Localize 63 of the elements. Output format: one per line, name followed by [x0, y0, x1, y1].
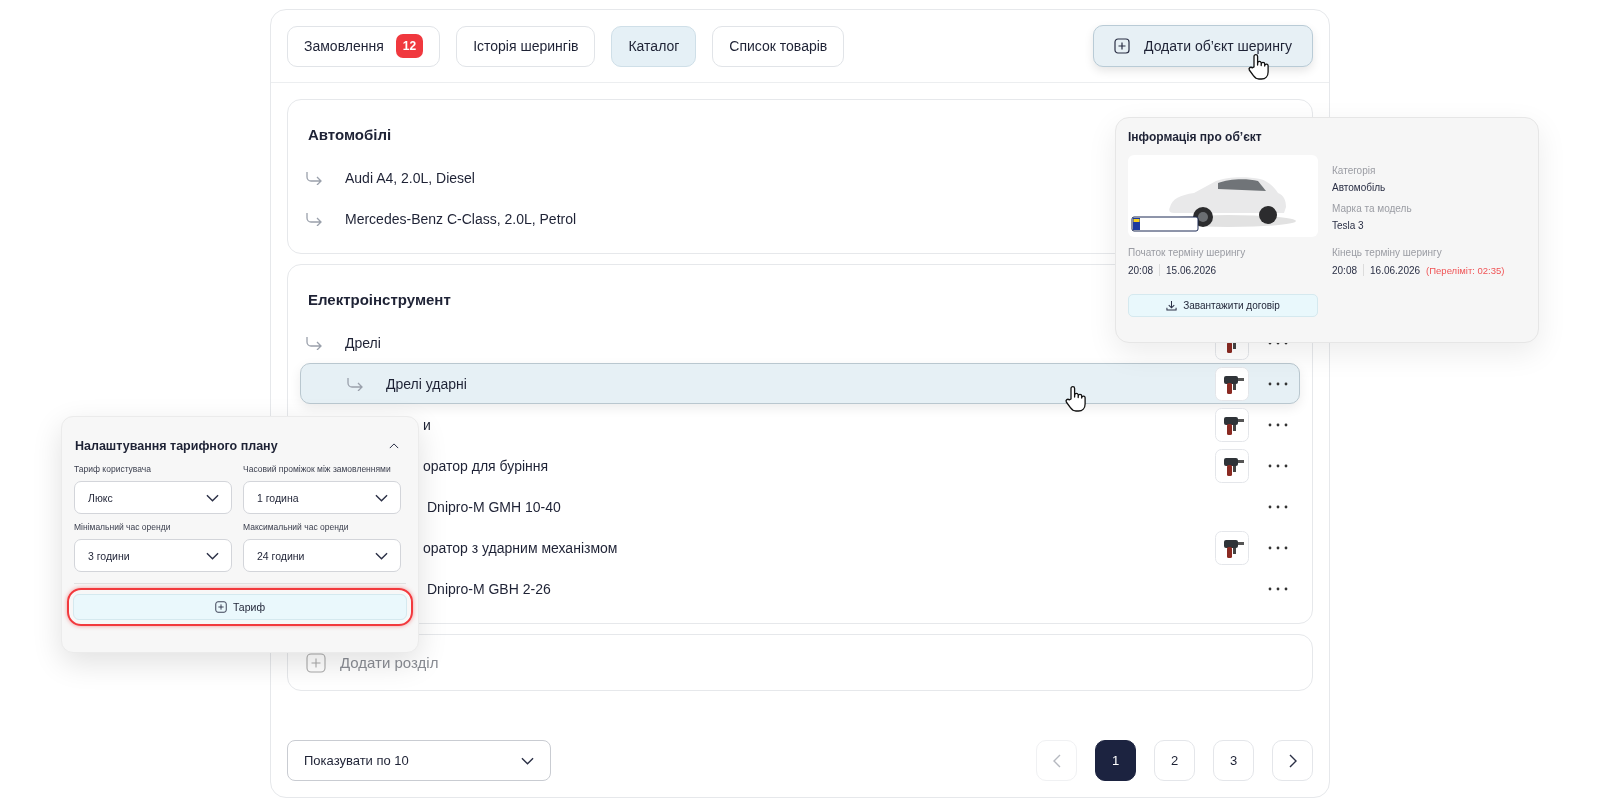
- pointer-hand-icon: [1063, 385, 1087, 413]
- category-title: Автомобілі: [308, 126, 392, 143]
- sub-arrow-icon: [305, 211, 323, 226]
- chevron-down-icon: [206, 493, 219, 502]
- download-contract-button[interactable]: Завантажити договір: [1128, 294, 1318, 317]
- catalog-row[interactable]: Дрелі ударні: [300, 363, 1300, 404]
- sub-arrow-icon: [305, 335, 323, 350]
- panel-title: Інформація про об’єкт: [1128, 130, 1263, 144]
- tab[interactable]: Каталог: [611, 25, 697, 67]
- chevron-down-icon: [375, 493, 388, 502]
- field-label: Мінімальний час оренди: [74, 522, 172, 532]
- chevron-right-icon: [1288, 753, 1297, 768]
- field-label: Марка та модель: [1332, 203, 1413, 214]
- tab[interactable]: Список товарів: [712, 25, 845, 67]
- field-label: Початок терміну шерингу: [1128, 247, 1247, 258]
- field-label: Категорія: [1332, 165, 1377, 176]
- date-value: 16.06.2026: [1370, 264, 1421, 276]
- date-value: 15.06.2026: [1166, 264, 1217, 276]
- download-icon: [1166, 300, 1178, 311]
- field-label: Кінець терміну шерингу: [1332, 247, 1443, 258]
- time-value: 20:08: [1128, 264, 1154, 276]
- category-title: Електроінструмент: [308, 291, 451, 308]
- panel-title: Налаштування тарифного плану: [75, 439, 278, 453]
- page-size-select[interactable]: Показувати по 10: [287, 740, 551, 781]
- page-button[interactable]: 1: [1095, 740, 1136, 781]
- more-icon[interactable]: [1267, 380, 1289, 387]
- field-label: Часовий проміжок між замовленнями: [243, 464, 392, 474]
- more-icon[interactable]: [1267, 421, 1289, 428]
- select-field[interactable]: Люкс: [74, 481, 232, 514]
- field-value: Tesla 3: [1332, 220, 1365, 231]
- tab[interactable]: Замовлення 12: [287, 25, 441, 67]
- catalog-row[interactable]: и: [300, 404, 1300, 445]
- time-value: 20:08: [1332, 264, 1358, 276]
- sub-arrow-icon: [346, 376, 364, 391]
- plus-icon: [306, 652, 326, 673]
- more-icon[interactable]: [1267, 544, 1289, 551]
- pointer-hand-icon: [1246, 53, 1270, 81]
- field-label: Максимальний час оренди: [243, 522, 350, 532]
- chevron-up-icon[interactable]: [389, 443, 399, 449]
- select-field[interactable]: 1 година: [243, 481, 401, 514]
- count-badge: 12: [395, 34, 424, 58]
- add-object-button[interactable]: Додати об’єкт шерингу: [1093, 25, 1313, 67]
- sub-arrow-icon: [305, 170, 323, 185]
- plus-icon: [214, 601, 227, 613]
- chevron-down-icon: [521, 756, 534, 765]
- chevron-down-icon: [375, 551, 388, 560]
- select-field[interactable]: 3 години: [74, 539, 232, 572]
- more-icon[interactable]: [1267, 585, 1289, 592]
- chevron-left-icon: [1052, 753, 1061, 768]
- overdue-note: (Переліміт: 02:35): [1426, 264, 1505, 276]
- page-button[interactable]: 2: [1154, 740, 1195, 781]
- chevron-down-icon: [206, 551, 219, 560]
- tab[interactable]: Історія шерингів: [456, 25, 596, 67]
- select-field[interactable]: 24 години: [243, 539, 401, 572]
- field-label: Тариф користувача: [74, 464, 152, 474]
- catalog-row[interactable]: Mercedes-Benz C-Class, 2.0L, Petrol: [300, 198, 1300, 239]
- more-icon[interactable]: [1267, 503, 1289, 510]
- field-value: Автомобіль: [1332, 182, 1387, 193]
- catalog-row[interactable]: Audi A4, 2.0L, Diesel: [300, 157, 1300, 198]
- plus-icon: [1114, 38, 1130, 54]
- add-tariff-button[interactable]: Тариф: [73, 594, 407, 620]
- page-button[interactable]: 3: [1213, 740, 1254, 781]
- more-icon[interactable]: [1267, 462, 1289, 469]
